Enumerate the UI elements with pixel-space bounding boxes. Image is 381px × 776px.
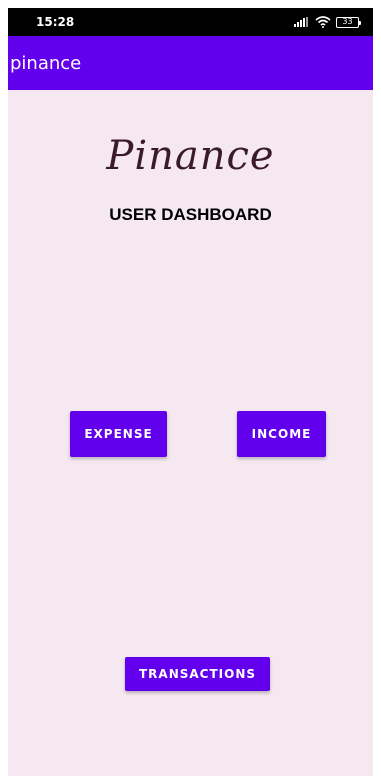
status-icons: 33 <box>294 16 361 28</box>
wifi-icon <box>315 16 331 28</box>
status-time: 15:28 <box>36 15 75 29</box>
status-bar: 15:28 33 <box>8 8 373 36</box>
signal-icon <box>294 17 310 27</box>
battery-level: 33 <box>342 17 353 26</box>
app-logo: Pinance <box>106 133 275 179</box>
app-screen: 15:28 33 pinance Pinance USER DASHBOARD … <box>8 8 373 776</box>
app-bar: pinance <box>8 36 373 90</box>
income-button[interactable]: INCOME <box>237 411 326 457</box>
app-bar-title: pinance <box>10 52 82 74</box>
expense-button[interactable]: EXPENSE <box>70 411 167 457</box>
battery-icon: 33 <box>336 16 361 28</box>
transactions-button[interactable]: TRANSACTIONS <box>125 657 270 691</box>
page-title: USER DASHBOARD <box>109 205 272 224</box>
